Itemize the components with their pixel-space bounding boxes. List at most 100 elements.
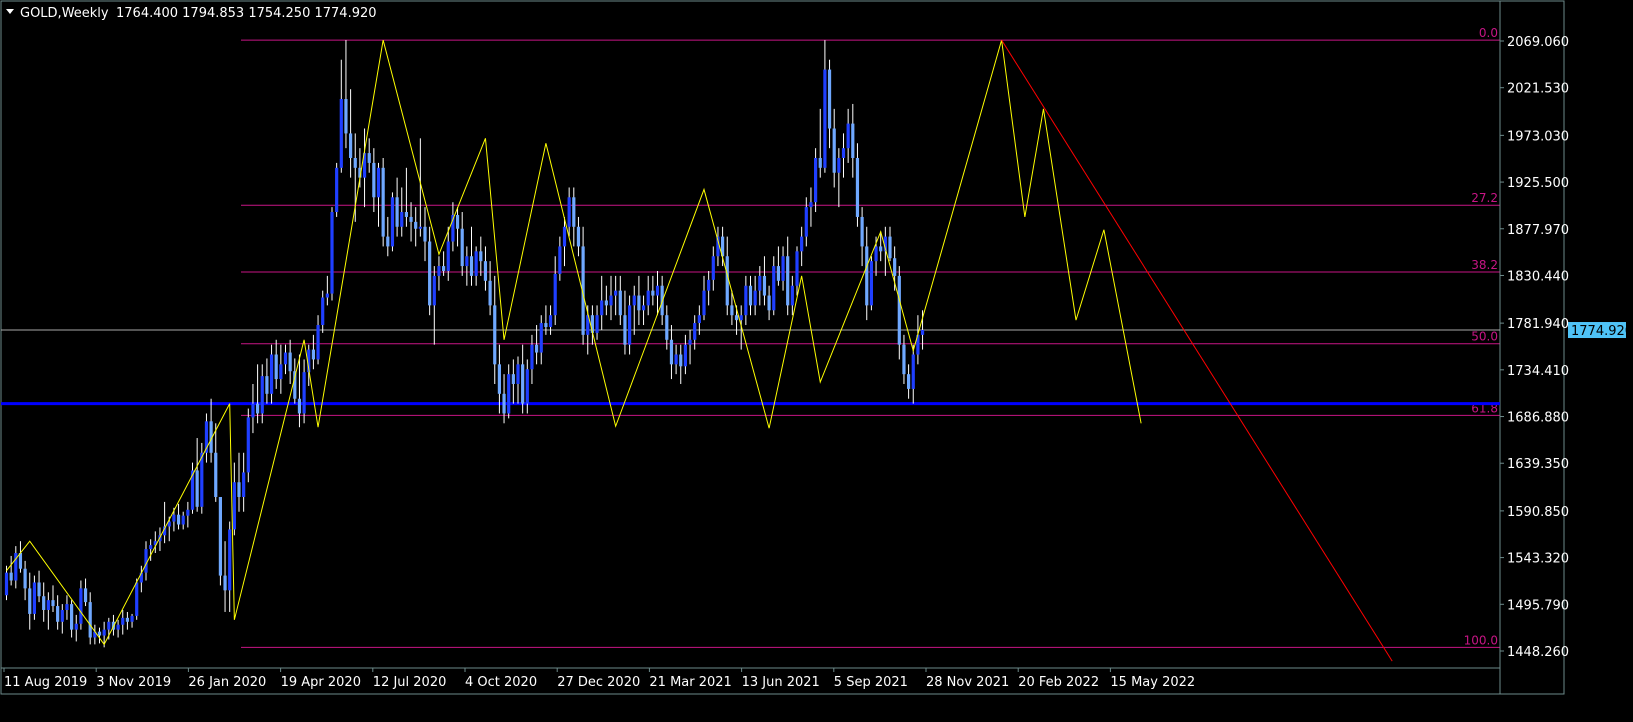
- candle-body: [488, 280, 492, 306]
- candle-body: [846, 123, 850, 149]
- candle-body: [497, 364, 501, 394]
- chart-window[interactable]: 0.0 27.2 38.2 50.0 61.8 100.0 2069.060 2021.53…: [0, 0, 1633, 722]
- candle-body: [330, 212, 334, 294]
- candle-body: [493, 305, 497, 365]
- date-tick-label: 19 Apr 2020: [281, 675, 361, 690]
- candle-body: [9, 572, 13, 581]
- candle-body: [609, 295, 613, 306]
- candle-body: [507, 374, 511, 414]
- candle-body: [349, 133, 353, 158]
- price-tick-label: 1781.940: [1507, 317, 1569, 332]
- candle-body: [748, 285, 753, 306]
- candle-body: [367, 153, 371, 163]
- candle-body: [604, 300, 608, 306]
- candle-body: [655, 285, 660, 296]
- candle-body: [214, 452, 218, 497]
- candle-body: [530, 344, 534, 370]
- candle-body: [920, 329, 925, 335]
- candle-body: [83, 588, 88, 603]
- candle-body: [455, 214, 460, 229]
- date-tick-label: 5 Sep 2021: [834, 675, 908, 690]
- candle-body: [674, 354, 678, 365]
- candle: [200, 442, 204, 514]
- candle-body: [632, 295, 636, 306]
- candle-body: [544, 323, 548, 327]
- candle-body: [437, 266, 441, 276]
- fib-level-label: 100.0: [1464, 633, 1498, 647]
- candle-body: [814, 157, 818, 203]
- candle-body: [400, 212, 404, 227]
- candle-body: [97, 631, 102, 636]
- candle-body: [628, 305, 632, 345]
- candle-body: [697, 315, 701, 324]
- candle-body: [614, 290, 618, 296]
- candle-body: [28, 588, 32, 614]
- candle-body: [758, 275, 762, 291]
- date-tick-label: 13 Jun 2021: [742, 675, 820, 690]
- candle: [869, 256, 873, 311]
- candle-body: [548, 315, 553, 327]
- price-tick-label: 1639.350: [1507, 457, 1569, 472]
- candle-body: [855, 157, 860, 217]
- candle-body: [460, 228, 464, 267]
- candle-body: [316, 325, 320, 360]
- chart-frame: [0, 0, 1565, 695]
- price-tick-label: 1877.970: [1507, 223, 1569, 238]
- candle-body: [269, 354, 274, 394]
- candle-body: [869, 261, 873, 306]
- candle-body: [335, 167, 339, 213]
- candle-body: [665, 315, 669, 340]
- candle-body: [176, 514, 181, 525]
- candle-body: [874, 246, 878, 262]
- candle-body: [404, 212, 408, 217]
- candle-body: [646, 290, 650, 306]
- candle-body: [386, 236, 390, 247]
- candle: [390, 192, 395, 252]
- candle-body: [521, 364, 525, 404]
- candle-body: [311, 349, 315, 360]
- candle-body: [553, 273, 557, 316]
- candle-body: [865, 246, 869, 306]
- candle-body: [23, 568, 27, 589]
- candle-body: [516, 364, 520, 384]
- candle-body: [428, 241, 432, 306]
- candle-body: [893, 258, 897, 276]
- candle-body: [502, 393, 506, 414]
- candle-body: [767, 295, 771, 311]
- price-tick-label: 1448.260: [1507, 645, 1569, 660]
- candle-body: [823, 69, 827, 168]
- candle-body: [558, 246, 562, 274]
- candle-body: [683, 344, 687, 367]
- candle-body: [232, 482, 236, 530]
- candle-body: [888, 236, 892, 259]
- candle-body: [274, 354, 278, 380]
- candle-body: [246, 417, 250, 473]
- candle: [335, 162, 339, 217]
- price-tick-label: 2069.060: [1507, 35, 1569, 50]
- candle-body: [302, 372, 306, 414]
- candle-body: [102, 629, 106, 636]
- candle-body: [432, 275, 436, 306]
- candle-body: [288, 352, 292, 372]
- candle-body: [79, 588, 83, 624]
- candle-body: [390, 197, 395, 247]
- price-chart[interactable]: 0.027.238.250.061.8100.0 2069.0602021.53…: [0, 0, 1633, 722]
- candle-body: [739, 315, 743, 321]
- candle-body: [800, 236, 804, 252]
- candle-body: [781, 256, 785, 281]
- candle-body: [511, 374, 515, 384]
- candle-body: [149, 545, 153, 550]
- current-price-tag: 1774.920: [1568, 322, 1633, 339]
- symbol-label: GOLD,Weekly: [20, 6, 109, 21]
- price-tick-label: 1686.880: [1507, 411, 1569, 426]
- candle-body: [65, 604, 69, 610]
- candle-body: [4, 572, 9, 596]
- candle-body: [442, 266, 446, 271]
- candle-body: [897, 275, 901, 345]
- candle-body: [618, 290, 622, 316]
- candle-body: [130, 615, 134, 622]
- price-tick-label: 1973.030: [1507, 129, 1569, 144]
- candle-body: [414, 221, 418, 229]
- candle-body: [297, 398, 302, 414]
- candle-body: [418, 226, 422, 229]
